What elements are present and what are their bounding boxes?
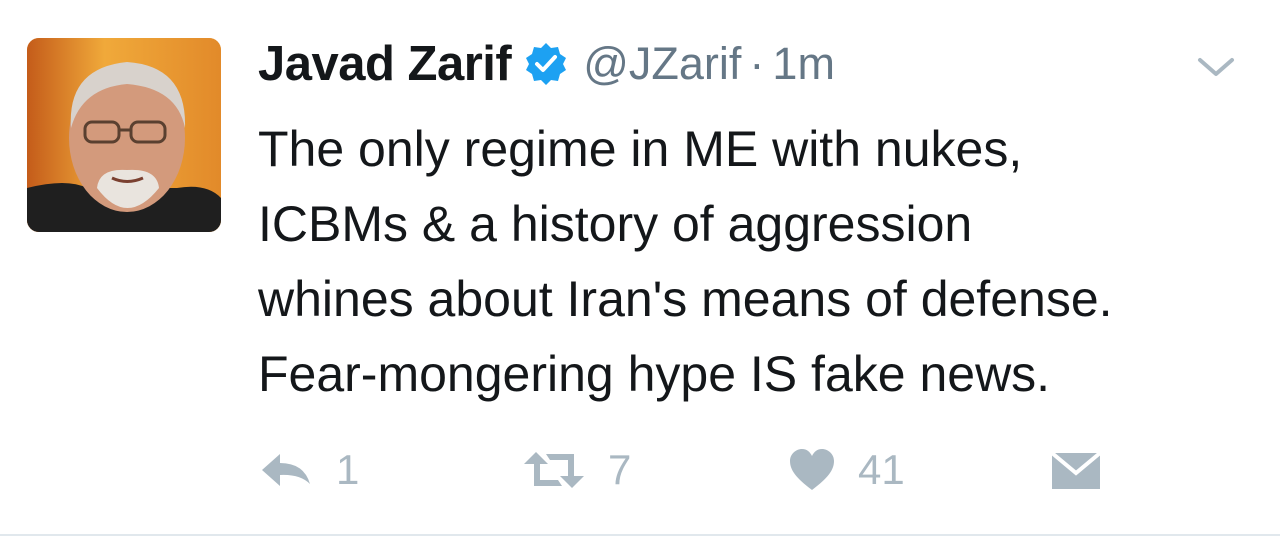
reply-count: 1 — [336, 446, 360, 493]
separator-dot: · — [749, 38, 765, 89]
heart-icon — [790, 449, 834, 490]
verified-badge-icon — [523, 41, 569, 87]
user-name[interactable]: Javad Zarif — [258, 36, 512, 92]
tweet-text-line: Fear-mongering hype IS fake news. — [258, 346, 1051, 402]
direct-message-button[interactable] — [1050, 440, 1102, 500]
reply-icon — [262, 454, 310, 486]
tweet-timestamp[interactable]: 1m — [772, 38, 835, 90]
like-button[interactable]: 41 — [788, 440, 905, 500]
avatar[interactable] — [27, 38, 221, 232]
reply-button[interactable]: 1 — [258, 440, 359, 500]
retweet-icon — [524, 452, 584, 488]
tweet-text-line: The only regime in ME with nukes, — [258, 121, 1023, 177]
chevron-down-icon[interactable] — [1196, 52, 1236, 82]
tweet-text-line: ICBMs & a history of aggression — [258, 196, 973, 252]
tweet-text: The only regime in ME with nukes, ICBMs … — [258, 112, 1258, 412]
retweet-button[interactable]: 7 — [522, 440, 631, 500]
tweet-actions: 1 7 41 — [258, 440, 1118, 500]
retweet-count: 7 — [608, 446, 632, 493]
tweet-card[interactable]: Javad Zarif @JZarif · 1m The only regime… — [0, 0, 1280, 536]
tweet-text-line: whines about Iran's means of defense. — [258, 271, 1113, 327]
tweet-header: Javad Zarif @JZarif · 1m — [258, 34, 835, 94]
user-handle[interactable]: @JZarif — [583, 38, 741, 90]
like-count: 41 — [858, 446, 905, 493]
envelope-icon — [1050, 451, 1102, 489]
